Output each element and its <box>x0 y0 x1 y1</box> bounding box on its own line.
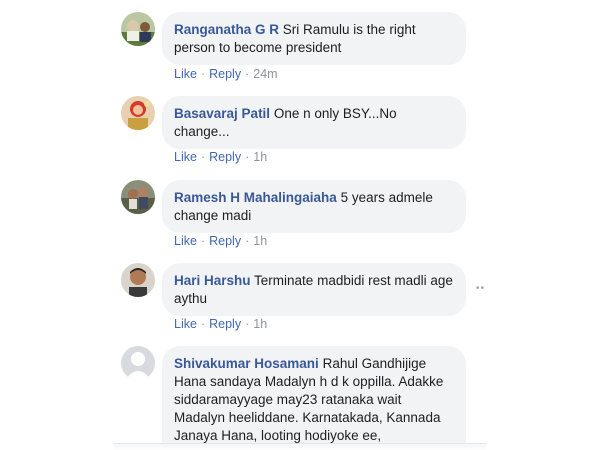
reply-link[interactable]: Reply <box>209 67 241 81</box>
comment-author[interactable]: Ranganatha G R <box>174 22 279 37</box>
separator: · <box>245 67 250 81</box>
reply-link[interactable]: Reply <box>209 317 241 331</box>
comment-bubble: Basavaraj Patil One n only BSY...No chan… <box>162 96 466 149</box>
timestamp[interactable]: 1h <box>253 150 267 164</box>
timestamp[interactable]: 1h <box>253 317 267 331</box>
comment-bubble: Shivakumar Hosamani Rahul Gandhijige Han… <box>162 346 466 443</box>
separator: · <box>245 317 250 331</box>
avatar[interactable] <box>121 96 155 130</box>
separator: · <box>245 234 250 248</box>
default-avatar-icon <box>121 346 155 380</box>
like-link[interactable]: Like <box>174 67 197 81</box>
avatar-photo-icon <box>121 12 155 46</box>
comment-actions: Like · Reply · 1h <box>174 316 267 332</box>
avatar[interactable] <box>121 346 155 380</box>
comment-bubble: Hari Harshu Terminate madbidi rest madli… <box>162 263 466 316</box>
avatar[interactable] <box>121 180 155 214</box>
comment-author[interactable]: Basavaraj Patil <box>174 106 270 121</box>
comment-actions: Like · Reply · 1h <box>174 149 267 165</box>
timestamp[interactable]: 1h <box>253 234 267 248</box>
reply-link[interactable]: Reply <box>209 234 241 248</box>
comment-author[interactable]: Hari Harshu <box>174 273 251 288</box>
comment-author[interactable]: Ramesh H Mahalingaiaha <box>174 190 337 205</box>
like-link[interactable]: Like <box>174 317 197 331</box>
separator: · <box>245 150 250 164</box>
comment-actions: Like · Reply · 24m <box>174 66 278 82</box>
avatar[interactable] <box>121 263 155 297</box>
comments-panel: Ranganatha G R Sri Ramulu is the right p… <box>0 0 600 450</box>
avatar-photo-icon <box>121 263 155 297</box>
avatar[interactable] <box>121 12 155 46</box>
separator: · <box>200 234 206 248</box>
separator: · <box>200 150 206 164</box>
like-link[interactable]: Like <box>174 150 197 164</box>
comment-bubble: Ranganatha G R Sri Ramulu is the right p… <box>162 12 466 65</box>
avatar-photo-icon <box>121 180 155 214</box>
separator: · <box>200 317 206 331</box>
like-link[interactable]: Like <box>174 234 197 248</box>
more-options-icon[interactable]: •• <box>476 283 485 294</box>
comment-author[interactable]: Shivakumar Hosamani <box>174 356 319 371</box>
scroll-shadow <box>114 444 486 450</box>
comment-actions: Like · Reply · 1h <box>174 233 267 249</box>
avatar-photo-icon <box>121 96 155 130</box>
separator: · <box>200 67 206 81</box>
comment-list: Ranganatha G R Sri Ramulu is the right p… <box>114 0 486 443</box>
comment-bubble: Ramesh H Mahalingaiaha 5 years admele ch… <box>162 180 466 233</box>
reply-link[interactable]: Reply <box>209 150 241 164</box>
timestamp[interactable]: 24m <box>253 67 277 81</box>
